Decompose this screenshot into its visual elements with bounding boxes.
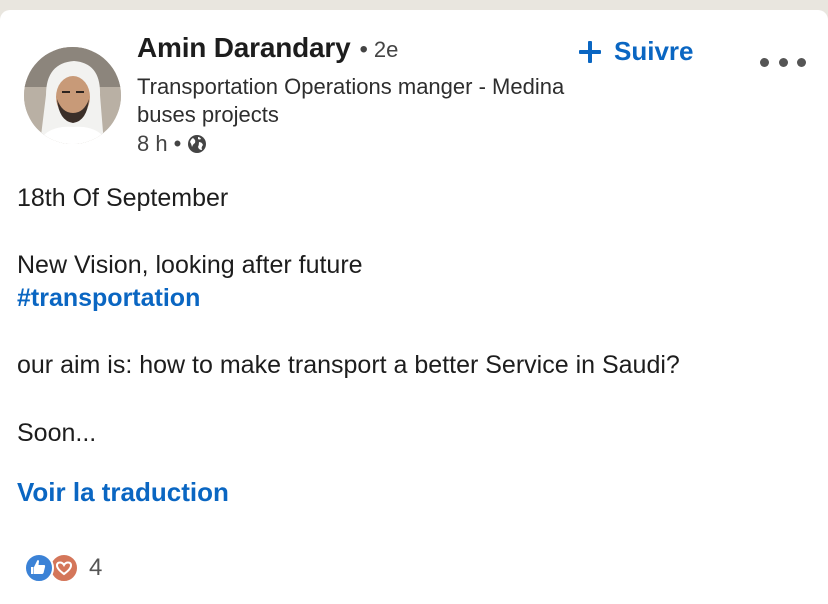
reaction-count: 4 bbox=[89, 554, 103, 581]
follow-label: Suivre bbox=[614, 36, 694, 66]
post-meta: 8 h • bbox=[137, 131, 207, 157]
post-line-soon: Soon... bbox=[17, 419, 97, 447]
plus-icon bbox=[578, 40, 602, 64]
post-time: 8 h bbox=[137, 131, 168, 156]
follow-button[interactable]: Suivre bbox=[578, 36, 694, 67]
avatar-photo bbox=[24, 47, 121, 144]
see-translation-link[interactable]: Voir la traduction bbox=[17, 477, 229, 508]
degree-separator: • bbox=[359, 36, 368, 63]
post-line-vision: New Vision, looking after future bbox=[17, 251, 363, 279]
post-line-aim: our aim is: how to make transport a bett… bbox=[17, 351, 680, 379]
author-headline: Transportation Operations manger - Medin… bbox=[137, 74, 565, 127]
reactions-summary[interactable]: 4 bbox=[24, 553, 102, 583]
hashtag-link[interactable]: #transportation bbox=[17, 284, 200, 313]
post-card: Amin Darandary • 2e Transportation Opera… bbox=[0, 10, 828, 604]
author-line: Amin Darandary • 2e bbox=[137, 32, 398, 64]
author-name[interactable]: Amin Darandary bbox=[137, 32, 351, 64]
more-options-icon[interactable] bbox=[760, 50, 806, 74]
more-dot bbox=[797, 57, 806, 67]
more-dot bbox=[760, 57, 769, 67]
author-avatar[interactable] bbox=[24, 47, 121, 144]
like-icon bbox=[24, 553, 54, 583]
meta-separator: • bbox=[173, 131, 182, 156]
post-line-date: 18th Of September bbox=[17, 184, 229, 212]
more-dot bbox=[778, 57, 788, 67]
connection-degree: 2e bbox=[373, 37, 399, 62]
globe-icon bbox=[187, 134, 207, 154]
